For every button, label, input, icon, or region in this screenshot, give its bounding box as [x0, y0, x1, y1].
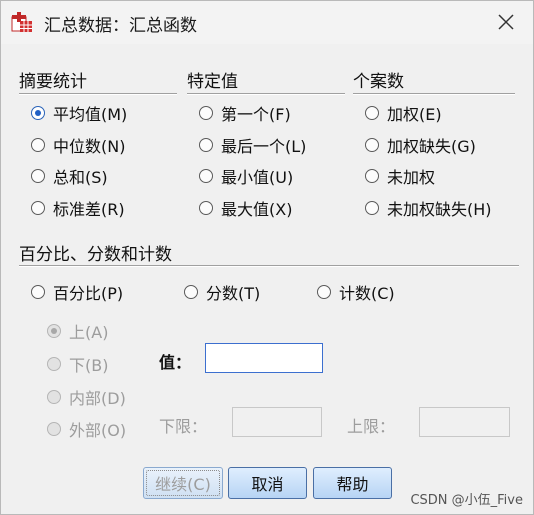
radio-min-circle[interactable]	[199, 169, 213, 183]
radio-min[interactable]: 最小值(U)	[199, 165, 293, 187]
radio-count-label: 计数(C)	[339, 284, 395, 303]
radio-inside[interactable]: 内部(D)	[47, 386, 126, 408]
radio-mean[interactable]: 平均值(M)	[31, 102, 127, 124]
radio-sum[interactable]: 总和(S)	[31, 165, 108, 187]
radio-last-label: 最后一个(L)	[221, 137, 307, 156]
radio-sum-circle[interactable]	[31, 169, 45, 183]
radio-weighted-circle[interactable]	[365, 106, 379, 120]
radio-inside-circle[interactable]	[47, 390, 61, 404]
continue-button[interactable]: 继续(C)	[143, 467, 223, 499]
radio-first[interactable]: 第一个(F)	[199, 102, 291, 124]
upper-limit-label: 上限：	[347, 417, 396, 436]
radio-weighted-missing-label: 加权缺失(G)	[387, 137, 476, 156]
radio-max-label: 最大值(X)	[221, 200, 293, 219]
radio-outside-circle[interactable]	[47, 422, 61, 436]
radio-unweighted-missing-label: 未加权缺失(H)	[387, 200, 492, 219]
title-bar: 汇总数据：汇总函数	[1, 1, 533, 44]
radio-mean-circle[interactable]	[31, 106, 45, 120]
radio-percentage-label: 百分比(P)	[53, 284, 124, 303]
radio-below[interactable]: 下(B)	[47, 353, 108, 375]
count-separator	[353, 93, 515, 95]
radio-above-label: 上(A)	[69, 323, 109, 342]
lower-limit-label: 下限：	[159, 417, 208, 436]
radio-weighted-missing[interactable]: 加权缺失(G)	[365, 134, 476, 156]
radio-fraction-circle[interactable]	[184, 285, 198, 299]
percent-separator	[19, 265, 519, 267]
radio-inside-label: 内部(D)	[69, 389, 126, 408]
radio-weighted[interactable]: 加权(E)	[365, 102, 442, 124]
percent-group-title: 百分比、分数和计数	[19, 245, 172, 265]
radio-min-label: 最小值(U)	[221, 168, 294, 187]
radio-first-circle[interactable]	[199, 106, 213, 120]
radio-count-circle[interactable]	[317, 285, 331, 299]
radio-stddev-label: 标准差(R)	[53, 200, 125, 219]
close-button[interactable]	[489, 6, 523, 38]
radio-outside[interactable]: 外部(O)	[47, 418, 126, 440]
cancel-button[interactable]: 取消	[228, 467, 307, 499]
radio-above[interactable]: 上(A)	[47, 320, 108, 342]
radio-median[interactable]: 中位数(N)	[31, 134, 125, 156]
radio-count[interactable]: 计数(C)	[317, 281, 395, 303]
summary-separator	[19, 93, 177, 95]
value-label: 值：	[159, 353, 192, 372]
radio-sum-label: 总和(S)	[53, 168, 108, 187]
radio-unweighted-circle[interactable]	[365, 169, 379, 183]
radio-unweighted-missing-circle[interactable]	[365, 201, 379, 215]
summary-functions-dialog: 汇总数据：汇总函数 摘要统计 平均值(M) 中位数(N) 总和(S) 标准差(R…	[0, 0, 534, 515]
radio-outside-label: 外部(O)	[69, 421, 127, 440]
radio-below-label: 下(B)	[69, 356, 109, 375]
radio-below-circle[interactable]	[47, 357, 61, 371]
radio-median-label: 中位数(N)	[53, 137, 126, 156]
radio-unweighted-label: 未加权	[387, 168, 436, 187]
case-count-title: 个案数	[353, 72, 404, 92]
summary-stats-title: 摘要统计	[19, 72, 87, 92]
radio-max[interactable]: 最大值(X)	[199, 197, 292, 219]
radio-weighted-label: 加权(E)	[387, 105, 442, 124]
radio-percentage[interactable]: 百分比(P)	[31, 281, 123, 303]
radio-mean-label: 平均值(M)	[53, 105, 128, 124]
specific-values-title: 特定值	[187, 72, 238, 92]
radio-last[interactable]: 最后一个(L)	[199, 134, 306, 156]
radio-weighted-missing-circle[interactable]	[365, 138, 379, 152]
watermark-text: CSDN @小伍_Five	[410, 493, 523, 508]
radio-stddev[interactable]: 标准差(R)	[31, 197, 125, 219]
window-title: 汇总数据：汇总函数	[44, 16, 197, 36]
help-button[interactable]: 帮助	[313, 467, 392, 499]
close-icon	[498, 14, 514, 30]
radio-above-circle[interactable]	[47, 324, 61, 338]
radio-unweighted-missing[interactable]: 未加权缺失(H)	[365, 197, 492, 219]
value-input[interactable]	[205, 343, 323, 373]
radio-percentage-circle[interactable]	[31, 285, 45, 299]
radio-fraction[interactable]: 分数(T)	[184, 281, 260, 303]
radio-unweighted[interactable]: 未加权	[365, 165, 435, 187]
radio-fraction-label: 分数(T)	[206, 284, 261, 303]
specific-separator	[187, 93, 345, 95]
radio-first-label: 第一个(F)	[221, 105, 291, 124]
radio-max-circle[interactable]	[199, 201, 213, 215]
radio-stddev-circle[interactable]	[31, 201, 45, 215]
dialog-body: 摘要统计 平均值(M) 中位数(N) 总和(S) 标准差(R) 特定值 第一个(…	[1, 44, 533, 514]
lower-limit-input[interactable]	[232, 407, 322, 437]
radio-last-circle[interactable]	[199, 138, 213, 152]
upper-limit-input[interactable]	[419, 407, 510, 437]
spss-app-icon	[11, 11, 33, 33]
radio-median-circle[interactable]	[31, 138, 45, 152]
